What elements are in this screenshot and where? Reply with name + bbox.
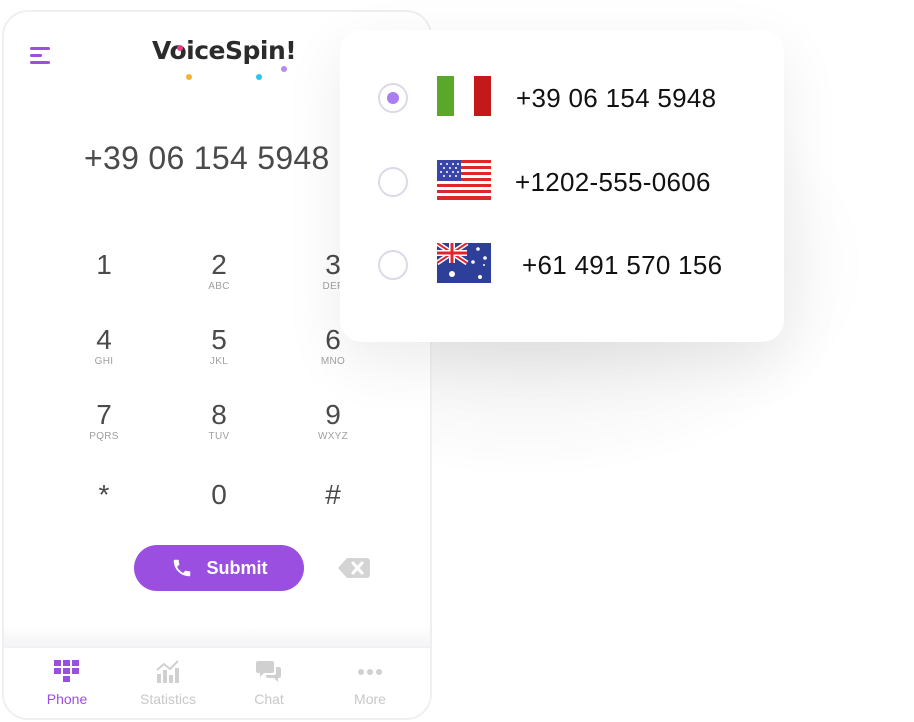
dialpad-key[interactable]: 7 PQRS (64, 399, 144, 443)
phone-icon (173, 559, 190, 577)
radio-button[interactable] (378, 83, 408, 113)
key-letters: ABC (208, 281, 230, 292)
dialpad-icon (54, 660, 79, 682)
radio-button[interactable] (378, 250, 408, 280)
logo-dot-purple (281, 66, 287, 72)
tab-statistics[interactable]: Statistics (118, 660, 218, 707)
key-letters: JKL (209, 356, 229, 367)
dialpad-key[interactable]: 8 TUV (179, 399, 259, 443)
key-letters: TUV (208, 431, 230, 442)
key-digit: 9 (325, 399, 341, 430)
logo-dot-cyan (256, 74, 262, 80)
key-digit: # (325, 479, 341, 510)
key-digit: 7 (96, 399, 112, 430)
usa-flag-icon (437, 160, 491, 200)
australia-flag-icon (437, 243, 491, 283)
submit-label: Submit (206, 557, 268, 578)
logo-dot-yellow (186, 74, 192, 80)
bottom-tab-bar: Phone Statistics Chat More (4, 647, 430, 718)
radio-selected-dot (387, 92, 399, 104)
hamburger-menu-icon[interactable] (30, 45, 52, 65)
key-letters: GHI (94, 356, 114, 367)
dialpad-key[interactable]: * (64, 480, 144, 511)
tab-phone[interactable]: Phone (17, 660, 117, 707)
key-digit: 8 (211, 399, 227, 430)
key-digit: 4 (96, 324, 112, 355)
key-letters: PQRS (89, 431, 119, 442)
number-label: +61 491 570 156 (522, 250, 723, 280)
key-digit: 0 (211, 479, 227, 510)
dialpad-key[interactable]: 4 GHI (64, 324, 144, 368)
radio-button[interactable] (378, 167, 408, 197)
tab-chat[interactable]: Chat (219, 660, 319, 707)
submit-call-button[interactable]: Submit (134, 545, 304, 591)
dialpad-key[interactable]: 2 ABC (179, 249, 259, 293)
statistics-icon (156, 660, 179, 683)
number-label: +1202-555-0606 (515, 167, 711, 197)
key-digit: 5 (211, 324, 227, 355)
number-option-usa[interactable]: +1202-555-0606 (340, 160, 784, 227)
key-letters: MNO (320, 356, 346, 367)
tab-more[interactable]: More (320, 660, 420, 707)
voicespin-logo: VoiceSpin! (152, 36, 297, 80)
key-digit: * (98, 479, 110, 510)
number-picker-popup: +39 06 154 5948 +1202-555-0606 +61 491 5… (340, 30, 784, 342)
chat-icon (256, 661, 281, 682)
key-digit: 1 (96, 249, 112, 280)
number-option-italy[interactable]: +39 06 154 5948 (340, 76, 784, 143)
dialpad-key[interactable]: 5 JKL (179, 324, 259, 368)
number-label: +39 06 154 5948 (516, 83, 717, 113)
logo-dot-pink (177, 45, 183, 51)
dialpad-key[interactable]: 1 (64, 250, 144, 281)
dialpad-key[interactable]: 9 WXYZ (293, 399, 373, 443)
italy-flag-icon (437, 76, 491, 116)
key-digit: 2 (211, 249, 227, 280)
dialpad-key[interactable]: # (293, 480, 373, 511)
dialpad-key[interactable]: 0 (179, 480, 259, 511)
number-option-australia[interactable]: +61 491 570 156 (340, 243, 784, 310)
dialed-number-display: +39 06 154 5948 (84, 140, 330, 176)
key-letters: WXYZ (317, 431, 349, 442)
backspace-icon[interactable] (338, 558, 370, 578)
tabbar-fade (4, 626, 430, 648)
more-icon (358, 669, 382, 675)
